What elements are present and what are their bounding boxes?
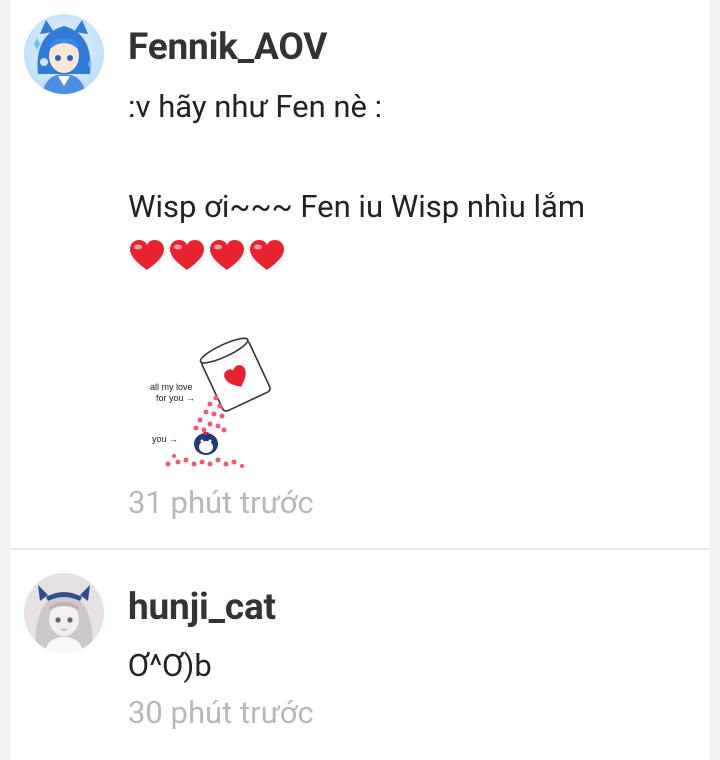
username[interactable]: hunji_cat (128, 586, 276, 629)
sticker-label: you → (152, 434, 178, 444)
heart-icon (170, 240, 204, 270)
username[interactable]: Fennik_AOV (128, 26, 327, 69)
comment-card (10, 0, 710, 548)
timestamp: 31 phút trước (128, 484, 314, 521)
sticker-label: for you → (156, 393, 195, 403)
user-avatar[interactable] (24, 14, 104, 94)
heart-icon (130, 240, 164, 270)
heart-icon (210, 240, 244, 270)
timestamp: 30 phút trước (128, 694, 314, 731)
comment-text: Ơ^Ơ)b (128, 647, 212, 684)
user-avatar[interactable] (24, 573, 104, 653)
comment-feed: Fennik_AOV :v hãy như Fen nè : Wisp ơi~~… (0, 0, 720, 760)
love-sticker-image[interactable]: all my love for you → you → (138, 334, 286, 480)
sticker-label: all my love (150, 382, 193, 392)
heart-emoji-row (128, 238, 298, 278)
comment-text-line: Wisp ơi~~~ Fen iu Wisp nhìu lắm (128, 188, 586, 225)
comment-text-line: :v hãy như Fen nè : (128, 88, 383, 125)
comment-card (10, 550, 710, 760)
heart-icon (250, 240, 284, 270)
